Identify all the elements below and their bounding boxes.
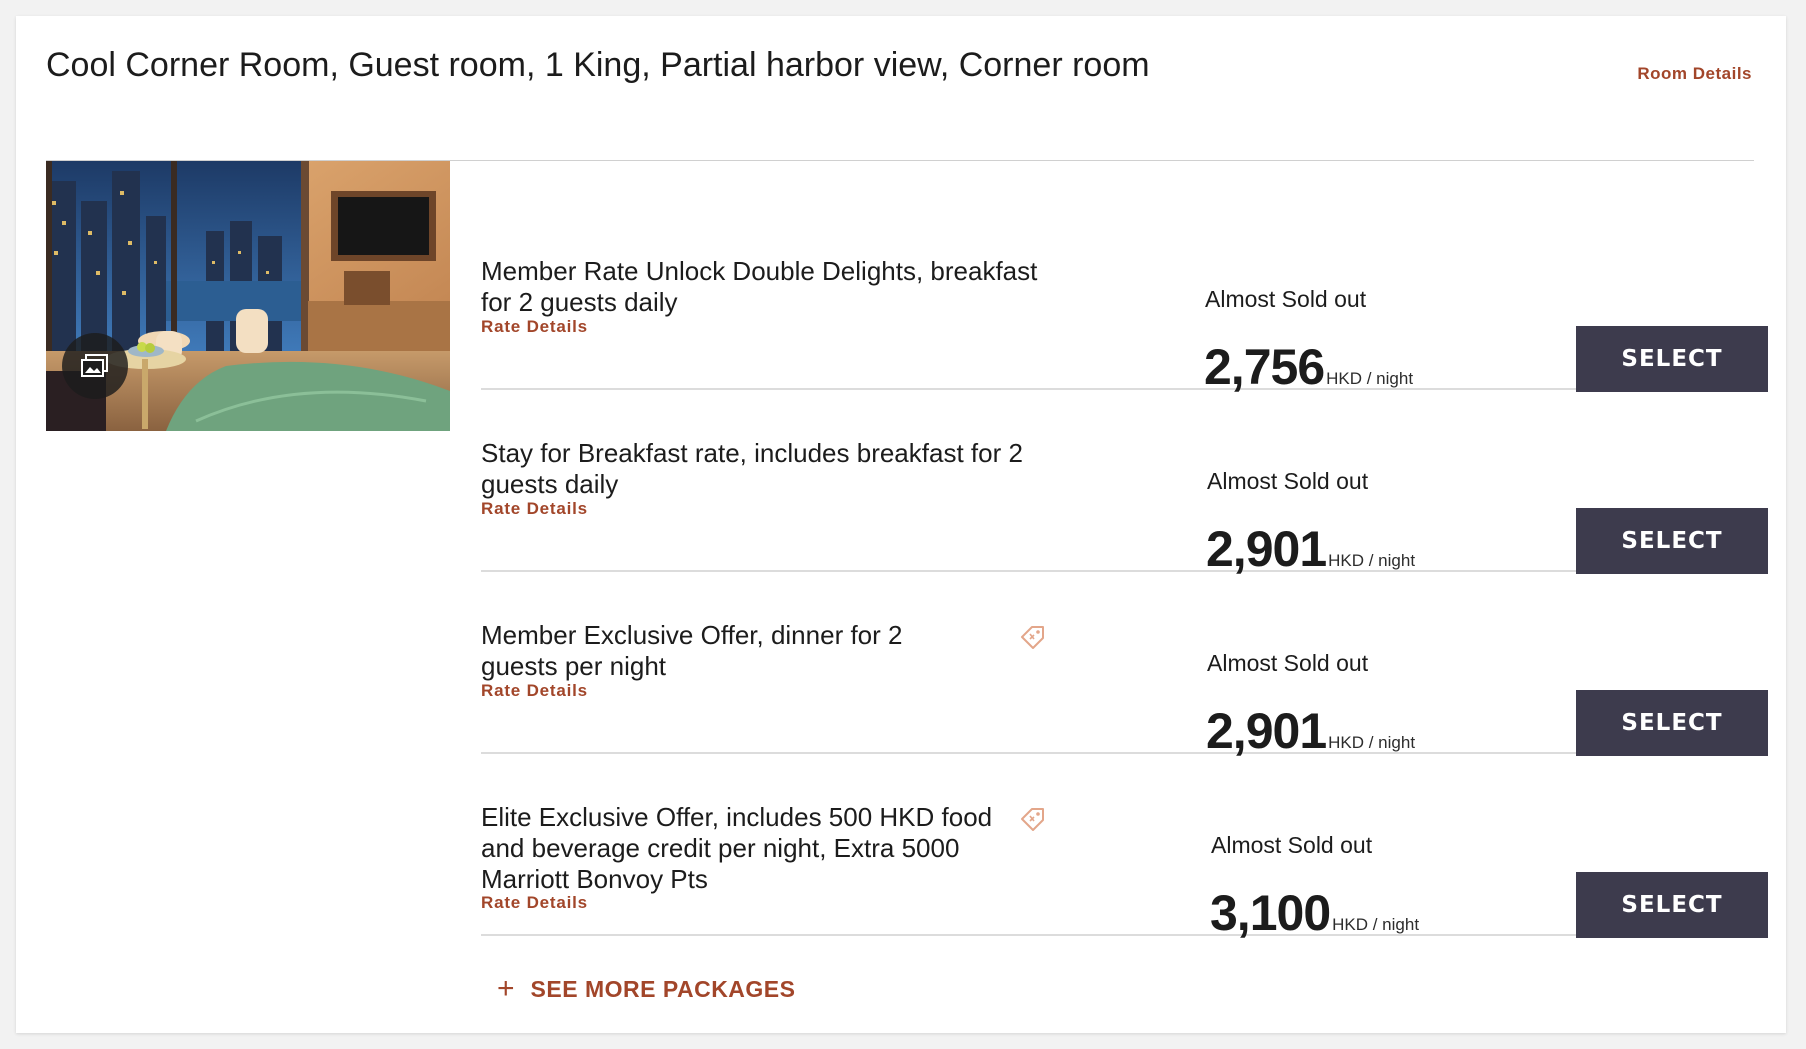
- plus-icon: +: [497, 972, 515, 1005]
- rate-name: Member Rate Unlock Double Delights, brea…: [481, 256, 1038, 317]
- offer-tag-icon: [1021, 808, 1044, 831]
- availability-status: Almost Sold out: [1211, 832, 1373, 858]
- price-unit: HKD / night: [1328, 551, 1416, 570]
- price: 3,100 HKD / night: [1210, 884, 1419, 942]
- rate-name: Member Exclusive Offer, dinner for 2 gue…: [481, 620, 903, 681]
- price-unit: HKD / night: [1332, 915, 1420, 934]
- price-amount: 3,100: [1210, 885, 1331, 941]
- rate-row: Member Exclusive Offer, dinner for 2 gue…: [481, 570, 1768, 759]
- price-unit: HKD / night: [1328, 733, 1416, 752]
- see-more-packages-link[interactable]: + SEE MORE PACKAGES: [497, 974, 795, 1004]
- price-amount: 2,756: [1204, 339, 1325, 395]
- price-unit: HKD / night: [1326, 369, 1414, 388]
- select-button[interactable]: SELECT: [1576, 872, 1768, 938]
- price-amount: 2,901: [1206, 521, 1327, 577]
- gallery-icon[interactable]: [62, 333, 128, 399]
- rate-row: Member Rate Unlock Double Delights, brea…: [481, 206, 1768, 395]
- availability-status: Almost Sold out: [1207, 650, 1369, 676]
- room-photo[interactable]: [46, 161, 450, 431]
- rate-details-link[interactable]: Rate Details: [481, 317, 588, 337]
- room-card: Cool Corner Room, Guest room, 1 King, Pa…: [16, 16, 1786, 1033]
- availability-status: Almost Sold out: [1207, 468, 1369, 494]
- rate-name: Elite Exclusive Offer, includes 500 HKD …: [481, 802, 993, 894]
- rate-row: Stay for Breakfast rate, includes breakf…: [481, 388, 1768, 577]
- select-button[interactable]: SELECT: [1576, 326, 1768, 392]
- room-title: Cool Corner Room, Guest room, 1 King, Pa…: [46, 46, 1150, 84]
- rate-details-link[interactable]: Rate Details: [481, 681, 588, 701]
- select-button[interactable]: SELECT: [1576, 508, 1768, 574]
- rate-row: Elite Exclusive Offer, includes 500 HKD …: [481, 752, 1768, 941]
- rate-name: Stay for Breakfast rate, includes breakf…: [481, 438, 1023, 499]
- availability-status: Almost Sold out: [1205, 286, 1367, 312]
- rate-details-link[interactable]: Rate Details: [481, 893, 588, 913]
- rate-details-link[interactable]: Rate Details: [481, 499, 588, 519]
- offer-tag-icon: [1021, 626, 1044, 649]
- room-details-link[interactable]: Room Details: [1637, 64, 1752, 84]
- price-amount: 2,901: [1206, 703, 1327, 759]
- select-button[interactable]: SELECT: [1576, 690, 1768, 756]
- see-more-label: SEE MORE PACKAGES: [530, 975, 796, 1002]
